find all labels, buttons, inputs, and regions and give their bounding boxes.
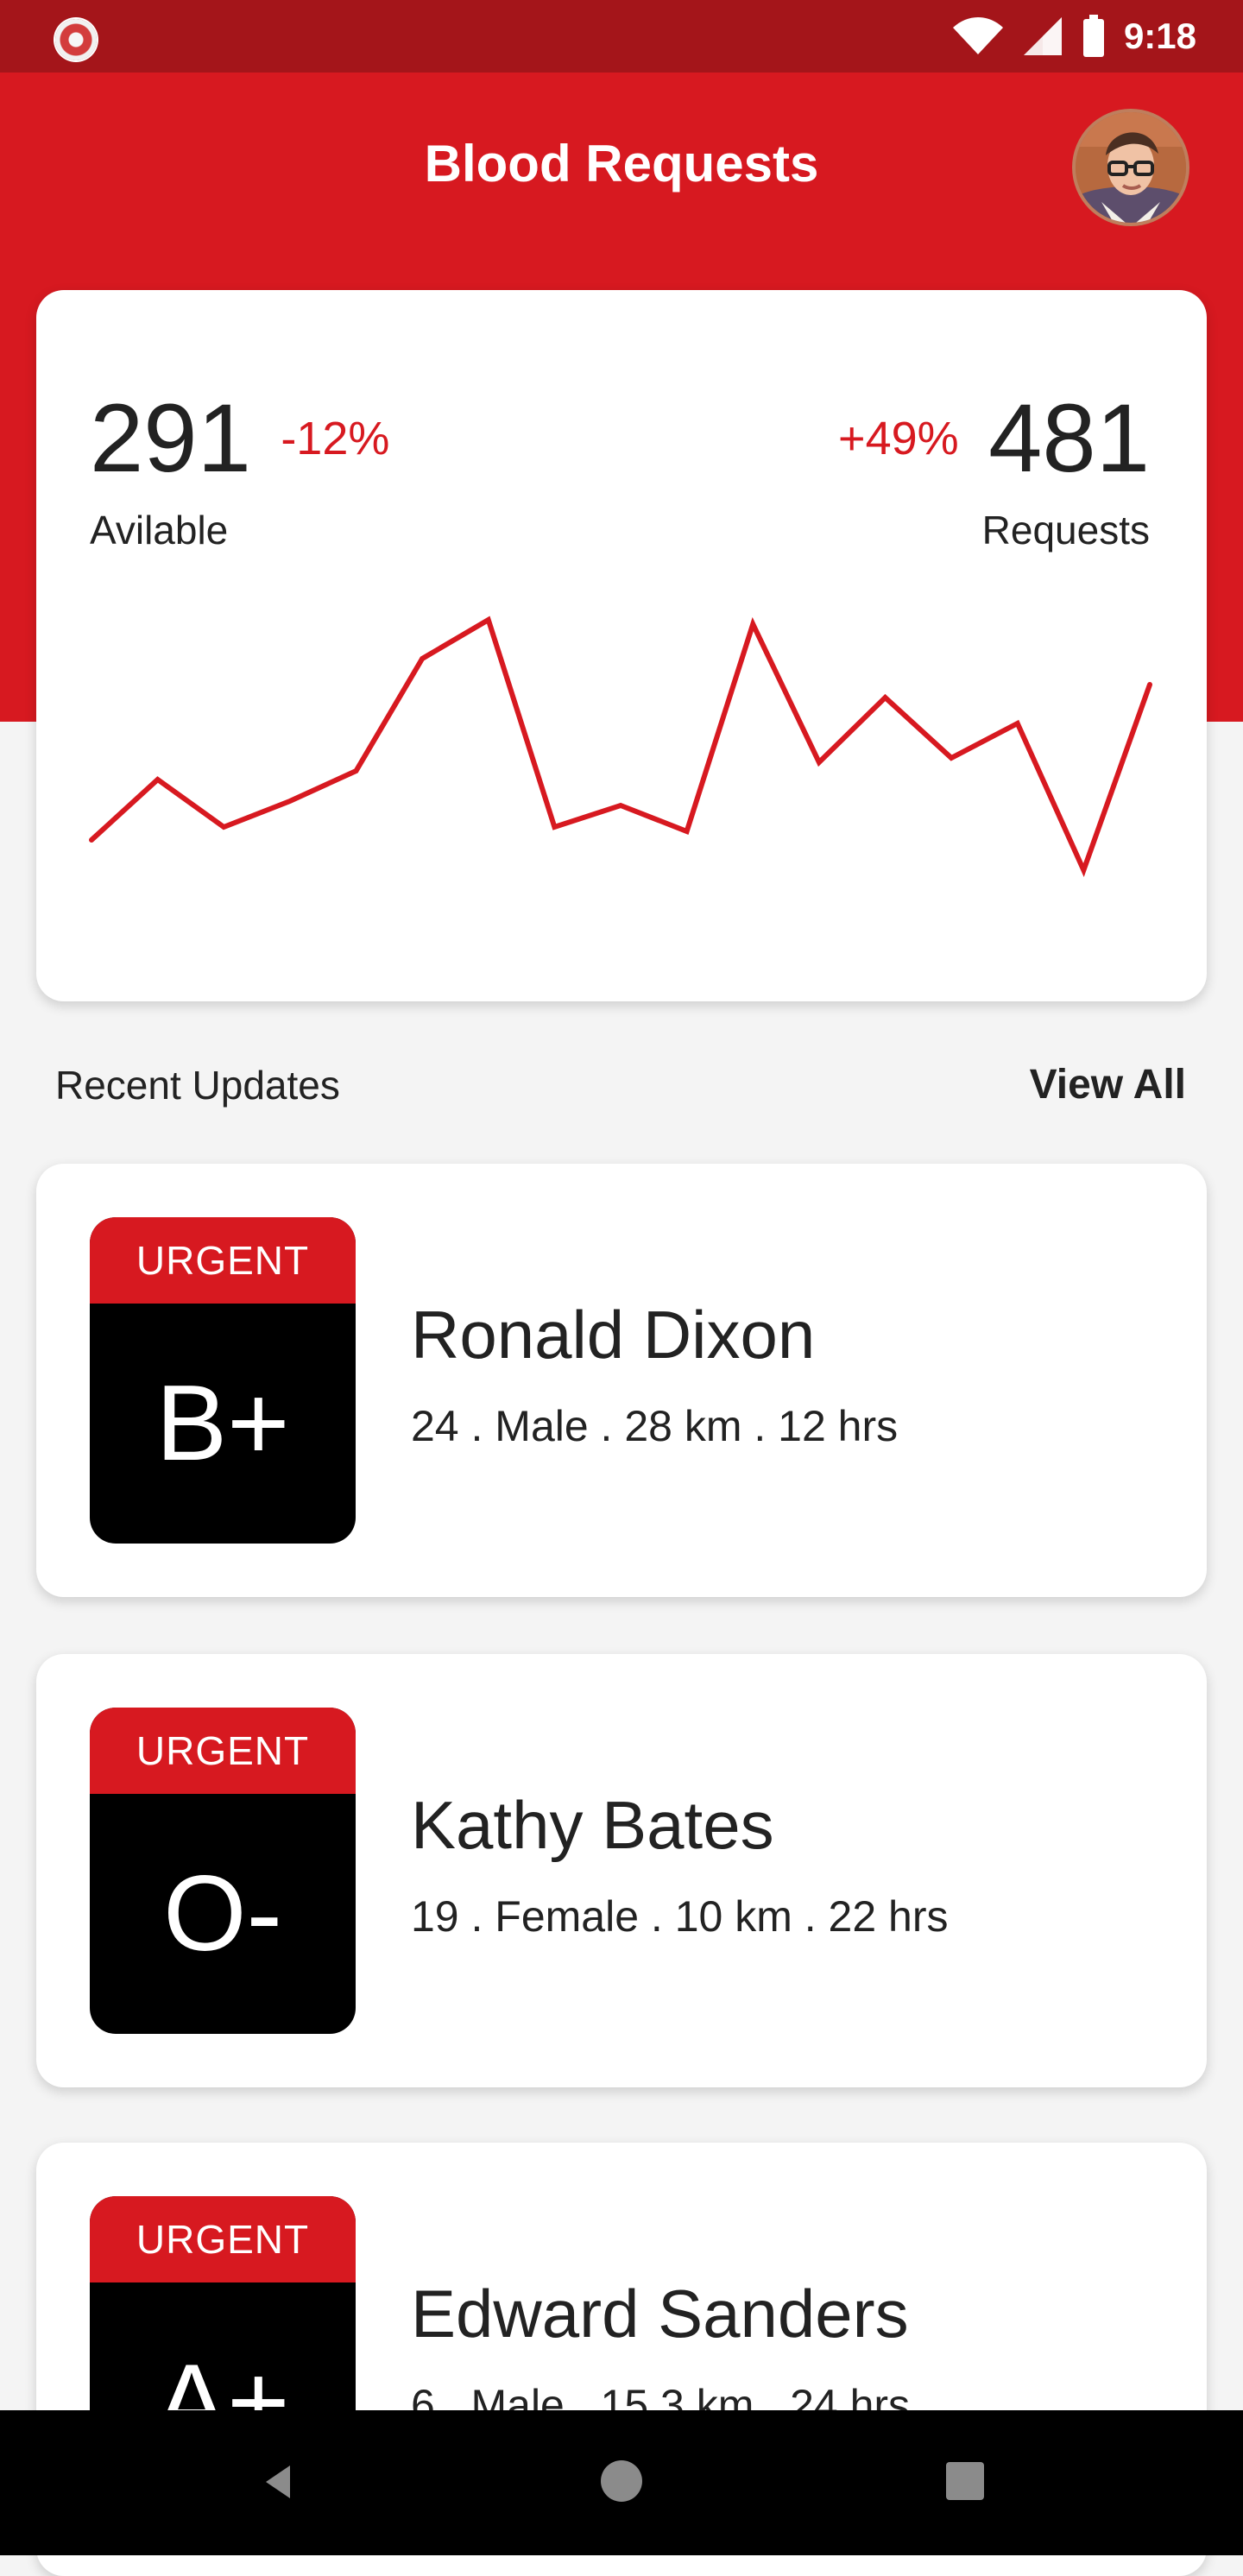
android-navigation-bar bbox=[0, 2410, 1243, 2555]
recent-updates-title: Recent Updates bbox=[55, 1055, 340, 1115]
blood-type: O- bbox=[90, 1794, 356, 2034]
profile-avatar[interactable] bbox=[1072, 109, 1189, 226]
recent-square-icon[interactable] bbox=[946, 2462, 984, 2500]
back-triangle-icon[interactable] bbox=[259, 2462, 299, 2502]
status-bar: 9:18 bbox=[0, 0, 1243, 73]
view-all-link[interactable]: View All bbox=[1030, 1055, 1186, 1115]
requester-name: Edward Sanders bbox=[411, 2272, 909, 2355]
request-card[interactable]: URGENT B+ Ronald Dixon 24 . Male . 28 km… bbox=[36, 1164, 1207, 1597]
blood-type-badge: URGENT O- bbox=[90, 1708, 356, 2034]
avatar-image bbox=[1076, 112, 1186, 223]
status-icons: 9:18 bbox=[951, 16, 1196, 57]
page-title: Blood Requests bbox=[0, 129, 1243, 199]
request-details: 19 . Female . 10 km . 22 hrs bbox=[411, 1889, 949, 1944]
stats-card: 291 -12% Avilable +49% 481 Requests bbox=[36, 290, 1207, 1001]
cell-signal-icon bbox=[1022, 16, 1063, 57]
status-time: 9:18 bbox=[1124, 16, 1196, 57]
blood-trend-chart bbox=[36, 290, 1207, 1001]
blood-type: B+ bbox=[90, 1304, 356, 1544]
recent-updates-header: Recent Updates View All bbox=[55, 1055, 1186, 1117]
requester-name: Ronald Dixon bbox=[411, 1293, 815, 1376]
request-details: 24 . Male . 28 km . 12 hrs bbox=[411, 1398, 898, 1454]
app-circle-icon bbox=[55, 19, 97, 60]
wifi-icon bbox=[951, 16, 1005, 57]
chart-series-line bbox=[91, 620, 1150, 870]
urgent-label: URGENT bbox=[90, 2196, 356, 2282]
request-card[interactable]: URGENT O- Kathy Bates 19 . Female . 10 k… bbox=[36, 1654, 1207, 2087]
home-circle-icon[interactable] bbox=[601, 2460, 642, 2502]
blood-type-badge: URGENT B+ bbox=[90, 1217, 356, 1544]
urgent-label: URGENT bbox=[90, 1217, 356, 1304]
requester-name: Kathy Bates bbox=[411, 1784, 774, 1866]
urgent-label: URGENT bbox=[90, 1708, 356, 1794]
battery-icon bbox=[1081, 15, 1107, 58]
